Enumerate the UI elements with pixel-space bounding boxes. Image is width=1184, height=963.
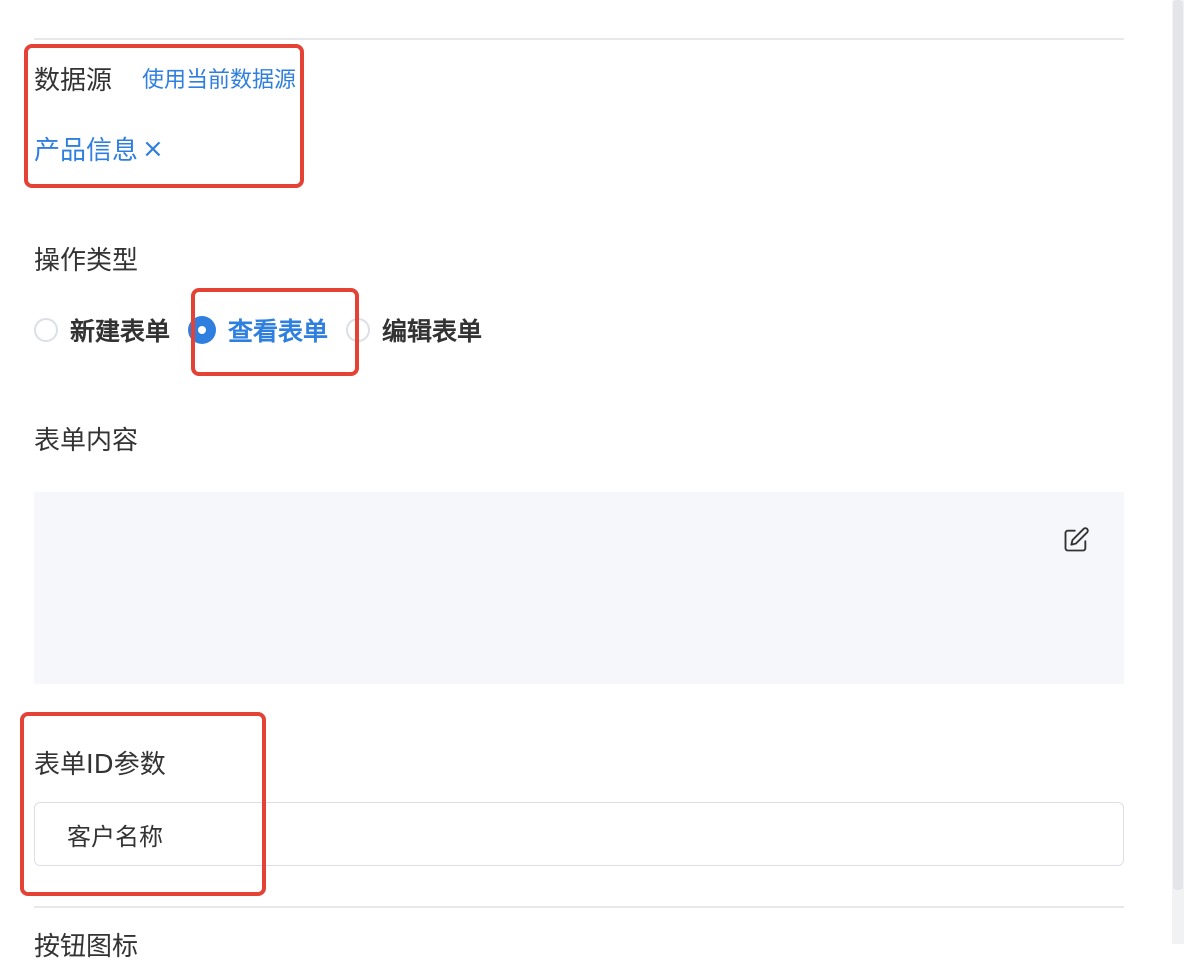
close-icon[interactable]: × [142,136,164,162]
datasource-tag-label: 产品信息 [34,136,139,166]
datasource-label: 数据源 [34,66,113,96]
radio-checked-icon [188,316,217,344]
radio-circle-icon [34,318,58,342]
form-id-param-input[interactable] [34,802,1124,866]
edit-icon[interactable] [1062,526,1090,554]
radio-label-new-form: 新建表单 [70,317,171,346]
radio-label-edit-form: 编辑表单 [382,317,483,346]
radio-circle-icon [346,318,371,342]
radio-view-form[interactable]: 查看表单 [188,312,328,348]
operation-type-label: 操作类型 [34,246,139,276]
bottom-divider [34,906,1124,908]
form-content-box [34,492,1124,684]
scrollbar-thumb[interactable] [1173,0,1183,890]
top-divider [34,38,1124,40]
radio-edit-form[interactable]: 编辑表单 [346,312,482,348]
radio-label-view-form: 查看表单 [228,317,329,346]
datasource-tag[interactable]: 产品信息 × [34,130,164,167]
radio-new-form[interactable]: 新建表单 [34,312,170,348]
operation-type-radio-group: 新建表单 查看表单 编辑表单 [34,308,500,352]
form-id-param-label: 表单ID参数 [34,750,166,780]
use-current-datasource-link[interactable]: 使用当前数据源 [142,62,296,94]
button-icon-label: 按钮图标 [34,932,139,962]
form-content-label: 表单内容 [34,426,139,456]
